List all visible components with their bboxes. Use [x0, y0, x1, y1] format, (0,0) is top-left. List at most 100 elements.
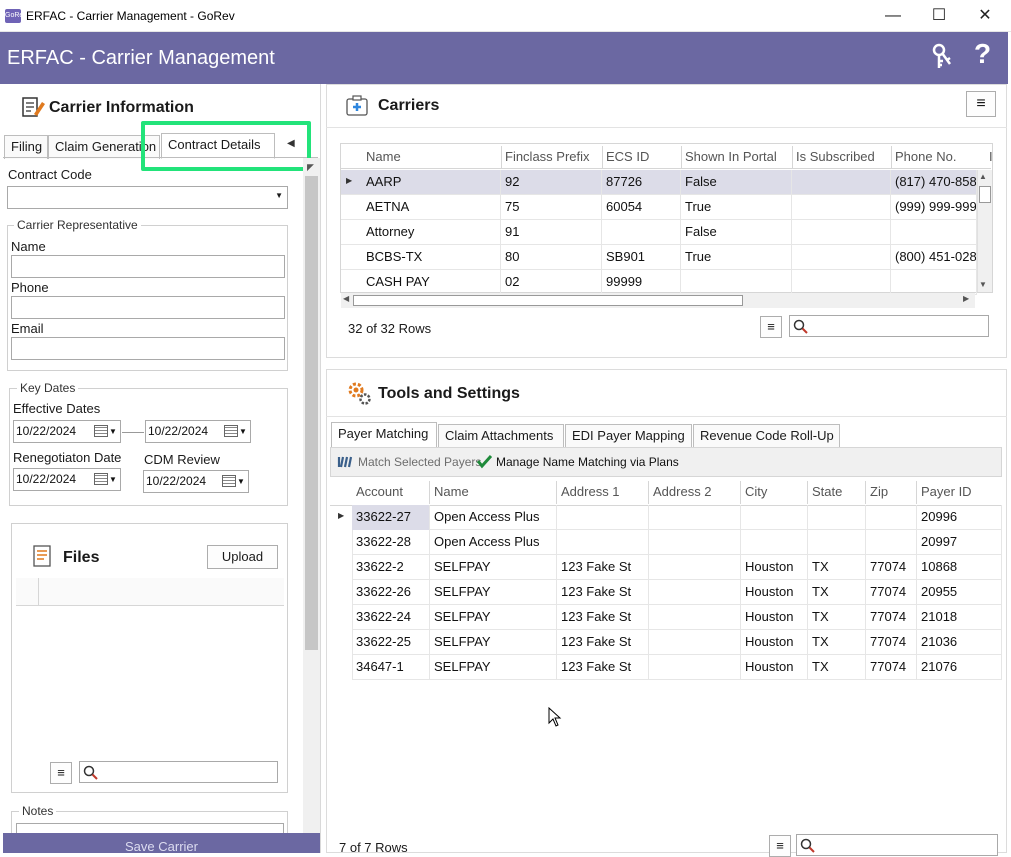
scroll-down-icon[interactable]: ▼	[979, 280, 987, 289]
table-cell	[792, 220, 891, 245]
table-cell: SELFPAY	[430, 580, 557, 605]
scrollbar-thumb[interactable]	[979, 186, 991, 203]
table-cell: SELFPAY	[430, 605, 557, 630]
scroll-left-icon[interactable]: ◀	[343, 294, 349, 303]
column-header[interactable]: Name	[434, 484, 555, 499]
email-field[interactable]	[11, 337, 285, 360]
calendar-icon[interactable]	[94, 473, 108, 485]
table-cell: 33622-28	[352, 530, 430, 555]
table-cell: 21076	[917, 655, 1002, 680]
column-header[interactable]: Account	[356, 484, 428, 499]
table-cell	[602, 220, 681, 245]
table-cell: 60054	[602, 195, 681, 220]
name-field[interactable]	[11, 255, 285, 278]
table-cell: Houston	[741, 580, 808, 605]
scrollbar-thumb[interactable]	[305, 176, 318, 650]
table-cell	[557, 530, 649, 555]
date-value: 10/22/2024	[16, 472, 77, 486]
table-cell: 33622-27	[352, 505, 430, 530]
keys-icon[interactable]	[926, 42, 956, 72]
phone-field[interactable]	[11, 296, 285, 319]
table-cell: SB901	[602, 245, 681, 270]
table-cell	[891, 270, 977, 295]
date-range-dash	[122, 432, 144, 433]
tab-filing[interactable]: Filing	[4, 135, 48, 159]
column-header[interactable]: Payer ID	[921, 484, 1000, 499]
column-divider	[501, 146, 502, 168]
row-indicator-icon: ▶	[338, 511, 345, 520]
column-header[interactable]: City	[745, 484, 806, 499]
scroll-up-icon[interactable]: ◤	[307, 162, 314, 173]
effective-to-date[interactable]: 10/22/2024 ▼	[145, 420, 251, 443]
calendar-icon[interactable]	[222, 475, 236, 487]
column-header[interactable]: State	[812, 484, 864, 499]
tab-payer-matching[interactable]: Payer Matching	[331, 422, 437, 448]
tab-claim-attachments[interactable]: Claim Attachments	[438, 424, 564, 448]
carriers-search-input[interactable]	[789, 315, 989, 337]
scrollbar-thumb[interactable]	[353, 295, 743, 306]
column-header[interactable]: Phone No.	[895, 149, 981, 164]
cdm-review-date[interactable]: 10/22/2024 ▼	[143, 470, 249, 493]
column-header[interactable]: Zip	[870, 484, 915, 499]
column-divider	[807, 481, 808, 504]
table-cell: SELFPAY	[430, 555, 557, 580]
manage-name-matching-button[interactable]: Manage Name Matching via Plans	[496, 455, 679, 469]
minimize-button[interactable]: —	[870, 0, 916, 32]
calendar-icon[interactable]	[94, 425, 108, 437]
cdm-review-label: CDM Review	[144, 452, 220, 467]
tab-edi-payer-mapping[interactable]: EDI Payer Mapping	[565, 424, 692, 448]
tab-revenue-code-roll-up[interactable]: Revenue Code Roll-Up	[693, 424, 840, 448]
table-cell	[808, 505, 866, 530]
carriers-title: Carriers	[378, 97, 440, 114]
files-grid-header	[16, 578, 284, 606]
calendar-icon[interactable]	[224, 425, 238, 437]
table-cell: 123 Fake St	[557, 555, 649, 580]
menu-icon[interactable]: ≡	[769, 835, 791, 857]
group-label: Notes	[19, 804, 57, 818]
column-header[interactable]: Shown In Portal	[685, 149, 791, 164]
table-cell: 77074	[866, 555, 917, 580]
table-cell: 99999	[602, 270, 681, 295]
column-header[interactable]: I	[989, 149, 995, 164]
menu-icon[interactable]: ≡	[760, 316, 782, 338]
table-cell: SELFPAY	[430, 630, 557, 655]
menu-icon[interactable]: ≡	[50, 762, 72, 784]
table-cell	[649, 580, 741, 605]
table-cell: 77074	[866, 580, 917, 605]
table-cell: 20996	[917, 505, 1002, 530]
column-divider	[916, 481, 917, 504]
scroll-right-icon[interactable]: ▶	[963, 294, 969, 303]
date-value: 10/22/2024	[148, 424, 209, 438]
column-header[interactable]: Name	[366, 149, 498, 164]
column-divider	[648, 481, 649, 504]
maximize-button[interactable]: ☐	[916, 0, 962, 32]
save-carrier-button[interactable]: Save Carrier	[3, 833, 320, 853]
contract-code-dropdown[interactable]: ▼	[7, 186, 288, 209]
app-icon: GoRev	[5, 9, 27, 23]
table-cell: 21036	[917, 630, 1002, 655]
column-divider	[865, 481, 866, 504]
date-value: 10/22/2024	[16, 424, 77, 438]
column-header[interactable]: Address 1	[561, 484, 647, 499]
chevron-down-icon: ▼	[239, 427, 247, 436]
search-icon	[83, 765, 98, 780]
table-cell: AARP	[362, 170, 501, 195]
table-cell: (800) 451-028	[891, 245, 977, 270]
match-selected-payers-button[interactable]: Match Selected Payers	[358, 455, 481, 469]
carriers-menu-icon[interactable]: ≡	[966, 91, 996, 117]
upload-button[interactable]: Upload	[207, 545, 278, 569]
table-cell	[792, 170, 891, 195]
effective-from-date[interactable]: 10/22/2024 ▼	[13, 420, 121, 443]
help-icon[interactable]: ?	[974, 38, 991, 70]
files-search-input[interactable]	[79, 761, 278, 783]
column-header[interactable]: Address 2	[653, 484, 739, 499]
renegotiation-date[interactable]: 10/22/2024 ▼	[13, 468, 121, 491]
column-header[interactable]: Finclass Prefix	[505, 149, 601, 164]
table-cell: 33622-25	[352, 630, 430, 655]
scroll-up-icon[interactable]: ▲	[979, 172, 987, 181]
column-header[interactable]: ECS ID	[606, 149, 680, 164]
close-button[interactable]: ✕	[962, 0, 1008, 32]
tools-title: Tools and Settings	[378, 385, 520, 402]
table-cell: TX	[808, 555, 866, 580]
column-header[interactable]: Is Subscribed	[796, 149, 890, 164]
